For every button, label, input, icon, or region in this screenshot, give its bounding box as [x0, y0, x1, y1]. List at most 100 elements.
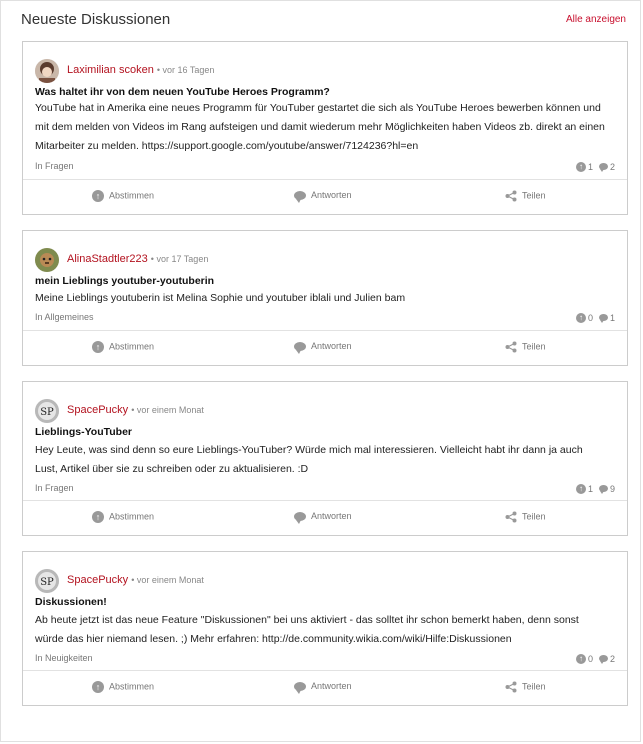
category-link[interactable]: Fragen	[45, 483, 74, 493]
upvote-icon: ↑	[92, 511, 104, 523]
upvote-icon: ↑	[575, 483, 586, 494]
avatar[interactable]: SP	[35, 569, 59, 593]
category-prefix: In	[35, 653, 43, 663]
upvote-count: 0	[587, 312, 593, 323]
reply-count-icon	[598, 655, 608, 665]
share-icon	[505, 190, 517, 202]
post-text[interactable]: Meine Lieblings youtuberin ist Melina So…	[35, 289, 607, 308]
reply-button[interactable]: Antworten	[294, 190, 352, 204]
share-label: Teilen	[522, 190, 546, 201]
post-title[interactable]: Lieblings-YouTuber	[35, 426, 132, 438]
vote-button[interactable]: ↑ Abstimmen	[92, 341, 154, 353]
discussions-module: Neueste Diskussionen Alle anzeigen Laxim…	[0, 0, 641, 742]
post-meta: Laximilian scoken • vor 16 Tagen	[35, 59, 615, 83]
post-title[interactable]: Diskussionen!	[35, 596, 107, 608]
discussion-post: AlinaStadtler223 • vor 17 Tagen mein Lie…	[22, 230, 628, 366]
reply-count-icon	[598, 485, 608, 495]
post-meta: AlinaStadtler223 • vor 17 Tagen	[35, 248, 615, 272]
upvote-icon: ↑	[92, 341, 104, 353]
vote-label: Abstimmen	[109, 511, 155, 522]
category-prefix: In	[35, 312, 43, 322]
category-link[interactable]: Neuigkeiten	[45, 653, 93, 663]
speech-bubble-icon	[294, 342, 306, 355]
share-button[interactable]: Teilen	[505, 681, 546, 693]
vote-button[interactable]: ↑ Abstimmen	[92, 511, 154, 523]
post-actions: ↑ Abstimmen Antworten Teilen	[23, 670, 627, 705]
reply-label: Antworten	[311, 511, 352, 521]
discussion-post: Laximilian scoken • vor 16 Tagen Was hal…	[22, 41, 628, 215]
post-title[interactable]: Was haltet ihr von dem neuen YouTube Her…	[35, 86, 330, 98]
post-counts: ↑ 1 9	[575, 483, 615, 495]
reply-button[interactable]: Antworten	[294, 681, 352, 695]
vote-button[interactable]: ↑ Abstimmen	[92, 681, 154, 693]
post-meta: SP SpacePucky • vor einem Monat	[35, 569, 615, 593]
post-time: vor einem Monat	[136, 405, 204, 415]
post-counts: ↑ 0 1	[575, 312, 615, 324]
author-link[interactable]: SpacePucky	[67, 574, 128, 586]
reply-count-icon	[598, 163, 608, 173]
share-label: Teilen	[522, 681, 546, 692]
upvote-icon: ↑	[92, 190, 104, 202]
discussion-post: SP SpacePucky • vor einem Monat Diskussi…	[22, 551, 628, 706]
reply-label: Antworten	[311, 190, 352, 200]
vote-button[interactable]: ↑ Abstimmen	[92, 190, 154, 202]
upvote-count: 1	[587, 161, 593, 172]
upvote-icon: ↑	[575, 161, 586, 172]
post-time: vor 17 Tagen	[156, 254, 209, 264]
author-link[interactable]: AlinaStadtler223	[67, 253, 148, 265]
category-prefix: In	[35, 483, 43, 493]
share-icon	[505, 511, 517, 523]
speech-bubble-icon	[294, 512, 306, 525]
module-header: Neueste Diskussionen Alle anzeigen	[21, 11, 626, 33]
speech-bubble-icon	[294, 191, 306, 204]
post-title[interactable]: mein Lieblings youtuber-youtuberin	[35, 275, 214, 287]
vote-label: Abstimmen	[109, 190, 155, 201]
post-actions: ↑ Abstimmen Antworten Teilen	[23, 500, 627, 535]
avatar[interactable]: SP	[35, 399, 59, 423]
share-button[interactable]: Teilen	[505, 190, 546, 202]
reply-count: 2	[609, 161, 615, 172]
reply-count: 1	[609, 312, 615, 323]
vote-label: Abstimmen	[109, 341, 155, 352]
upvote-icon: ↑	[575, 312, 586, 323]
upvote-icon: ↑	[92, 681, 104, 693]
upvote-count: 0	[587, 653, 593, 664]
speech-bubble-icon	[294, 682, 306, 695]
avatar[interactable]	[35, 59, 59, 83]
reply-button[interactable]: Antworten	[294, 511, 352, 525]
category-link[interactable]: Fragen	[45, 161, 74, 171]
reply-count: 2	[609, 653, 615, 664]
discussion-post: SP SpacePucky • vor einem Monat Liebling…	[22, 381, 628, 536]
share-button[interactable]: Teilen	[505, 341, 546, 353]
reply-label: Antworten	[311, 341, 352, 351]
vote-label: Abstimmen	[109, 681, 155, 692]
reply-button[interactable]: Antworten	[294, 341, 352, 355]
share-label: Teilen	[522, 511, 546, 522]
post-actions: ↑ Abstimmen Antworten Teilen	[23, 179, 627, 214]
post-counts: ↑ 1 2	[575, 161, 615, 173]
post-text[interactable]: Ab heute jetzt ist das neue Feature "Dis…	[35, 611, 607, 649]
post-time: vor einem Monat	[136, 575, 204, 585]
share-button[interactable]: Teilen	[505, 511, 546, 523]
upvote-count: 1	[587, 483, 593, 494]
post-meta: SP SpacePucky • vor einem Monat	[35, 399, 615, 423]
svg-text:SP: SP	[40, 577, 54, 588]
post-counts: ↑ 0 2	[575, 653, 615, 665]
author-link[interactable]: SpacePucky	[67, 404, 128, 416]
post-actions: ↑ Abstimmen Antworten Teilen	[23, 330, 627, 365]
reply-count: 9	[609, 483, 615, 494]
post-text[interactable]: Hey Leute, was sind denn so eure Lieblin…	[35, 441, 607, 479]
see-all-link[interactable]: Alle anzeigen	[566, 14, 626, 25]
module-title: Neueste Diskussionen	[21, 11, 171, 28]
avatar[interactable]	[35, 248, 59, 272]
post-text[interactable]: YouTube hat in Amerika eine neues Progra…	[35, 99, 607, 156]
category-prefix: In	[35, 161, 43, 171]
post-time: vor 16 Tagen	[162, 65, 215, 75]
upvote-icon: ↑	[575, 653, 586, 664]
share-icon	[505, 681, 517, 693]
share-label: Teilen	[522, 341, 546, 352]
share-icon	[505, 341, 517, 353]
category-link[interactable]: Allgemeines	[45, 312, 94, 322]
reply-label: Antworten	[311, 681, 352, 691]
author-link[interactable]: Laximilian scoken	[67, 64, 154, 76]
